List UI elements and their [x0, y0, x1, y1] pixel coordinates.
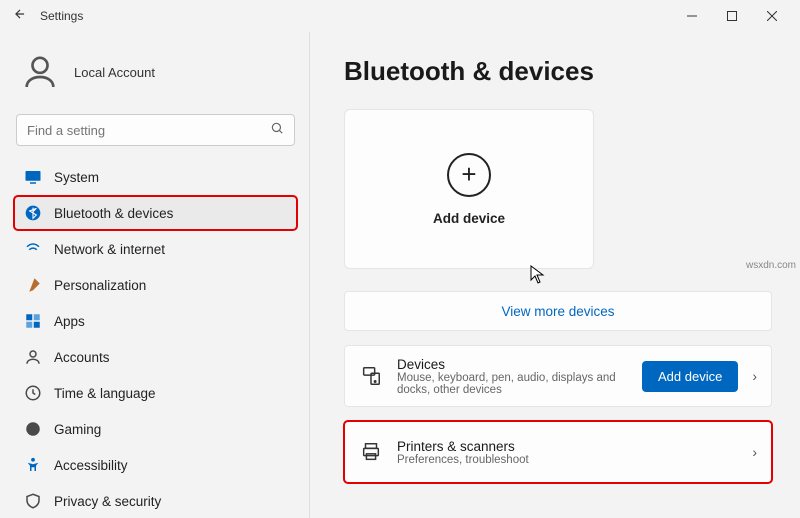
- account-block[interactable]: Local Account: [14, 40, 297, 108]
- sidebar-item-label: Privacy & security: [54, 494, 161, 509]
- add-device-card[interactable]: + Add device: [344, 109, 594, 269]
- back-button[interactable]: [8, 7, 32, 26]
- sidebar-item-accounts[interactable]: Accounts: [14, 340, 297, 374]
- printer-icon: [359, 440, 383, 464]
- devices-title: Devices: [397, 357, 628, 372]
- wifi-icon: [24, 240, 42, 258]
- main-panel: Bluetooth & devices + Add device View mo…: [310, 32, 800, 518]
- monitor-icon: [24, 168, 42, 186]
- titlebar: Settings: [0, 0, 800, 32]
- search-input[interactable]: [27, 123, 270, 138]
- sidebar-item-label: Accessibility: [54, 458, 128, 473]
- avatar-icon: [20, 52, 60, 92]
- sidebar-item-apps[interactable]: Apps: [14, 304, 297, 338]
- sidebar-item-label: Gaming: [54, 422, 101, 437]
- close-button[interactable]: [752, 0, 792, 32]
- search-box[interactable]: [16, 114, 295, 146]
- sidebar-item-time-language[interactable]: Time & language: [14, 376, 297, 410]
- nav-list: System Bluetooth & devices Network & int…: [14, 160, 297, 518]
- printers-subtitle: Preferences, troubleshoot: [397, 454, 738, 466]
- chevron-right-icon: ›: [752, 368, 757, 384]
- search-icon: [270, 121, 284, 140]
- sidebar-item-label: System: [54, 170, 99, 185]
- sidebar-item-label: Apps: [54, 314, 85, 329]
- sidebar-item-label: Bluetooth & devices: [54, 206, 173, 221]
- sidebar-item-gaming[interactable]: Gaming: [14, 412, 297, 446]
- devices-row[interactable]: Devices Mouse, keyboard, pen, audio, dis…: [344, 345, 772, 407]
- printers-title: Printers & scanners: [397, 439, 738, 454]
- accessibility-icon: [24, 456, 42, 474]
- page-title: Bluetooth & devices: [344, 56, 772, 87]
- chevron-right-icon: ›: [752, 444, 757, 460]
- gaming-icon: [24, 420, 42, 438]
- devices-subtitle: Mouse, keyboard, pen, audio, displays an…: [397, 372, 628, 396]
- printers-text: Printers & scanners Preferences, trouble…: [397, 439, 738, 466]
- printers-scanners-row[interactable]: Printers & scanners Preferences, trouble…: [344, 421, 772, 483]
- sidebar-item-bluetooth[interactable]: Bluetooth & devices: [14, 196, 297, 230]
- view-more-devices-button[interactable]: View more devices: [344, 291, 772, 331]
- minimize-button[interactable]: [672, 0, 712, 32]
- sidebar-item-privacy[interactable]: Privacy & security: [14, 484, 297, 518]
- sidebar-item-label: Network & internet: [54, 242, 165, 257]
- sidebar: Local Account System Bluetooth & devices: [0, 32, 310, 518]
- apps-icon: [24, 312, 42, 330]
- add-device-label: Add device: [433, 211, 505, 226]
- bluetooth-icon: [24, 204, 42, 222]
- settings-window: Settings Local Account Sy: [0, 0, 800, 518]
- devices-icon: [359, 364, 383, 388]
- view-more-label: View more devices: [501, 304, 614, 319]
- sidebar-item-accessibility[interactable]: Accessibility: [14, 448, 297, 482]
- shield-icon: [24, 492, 42, 510]
- sidebar-item-system[interactable]: System: [14, 160, 297, 194]
- brush-icon: [24, 276, 42, 294]
- sidebar-item-label: Time & language: [54, 386, 156, 401]
- sidebar-item-network[interactable]: Network & internet: [14, 232, 297, 266]
- sidebar-item-label: Personalization: [54, 278, 146, 293]
- add-device-button[interactable]: Add device: [642, 361, 738, 392]
- watermark: wsxdn.com: [746, 260, 796, 271]
- account-name: Local Account: [74, 65, 155, 80]
- person-icon: [24, 348, 42, 366]
- clock-icon: [24, 384, 42, 402]
- devices-text: Devices Mouse, keyboard, pen, audio, dis…: [397, 357, 628, 396]
- sidebar-item-label: Accounts: [54, 350, 110, 365]
- window-title: Settings: [40, 9, 83, 23]
- cursor-icon: [530, 265, 546, 290]
- sidebar-item-personalization[interactable]: Personalization: [14, 268, 297, 302]
- content-area: Local Account System Bluetooth & devices: [0, 32, 800, 518]
- plus-icon: +: [447, 153, 491, 197]
- maximize-button[interactable]: [712, 0, 752, 32]
